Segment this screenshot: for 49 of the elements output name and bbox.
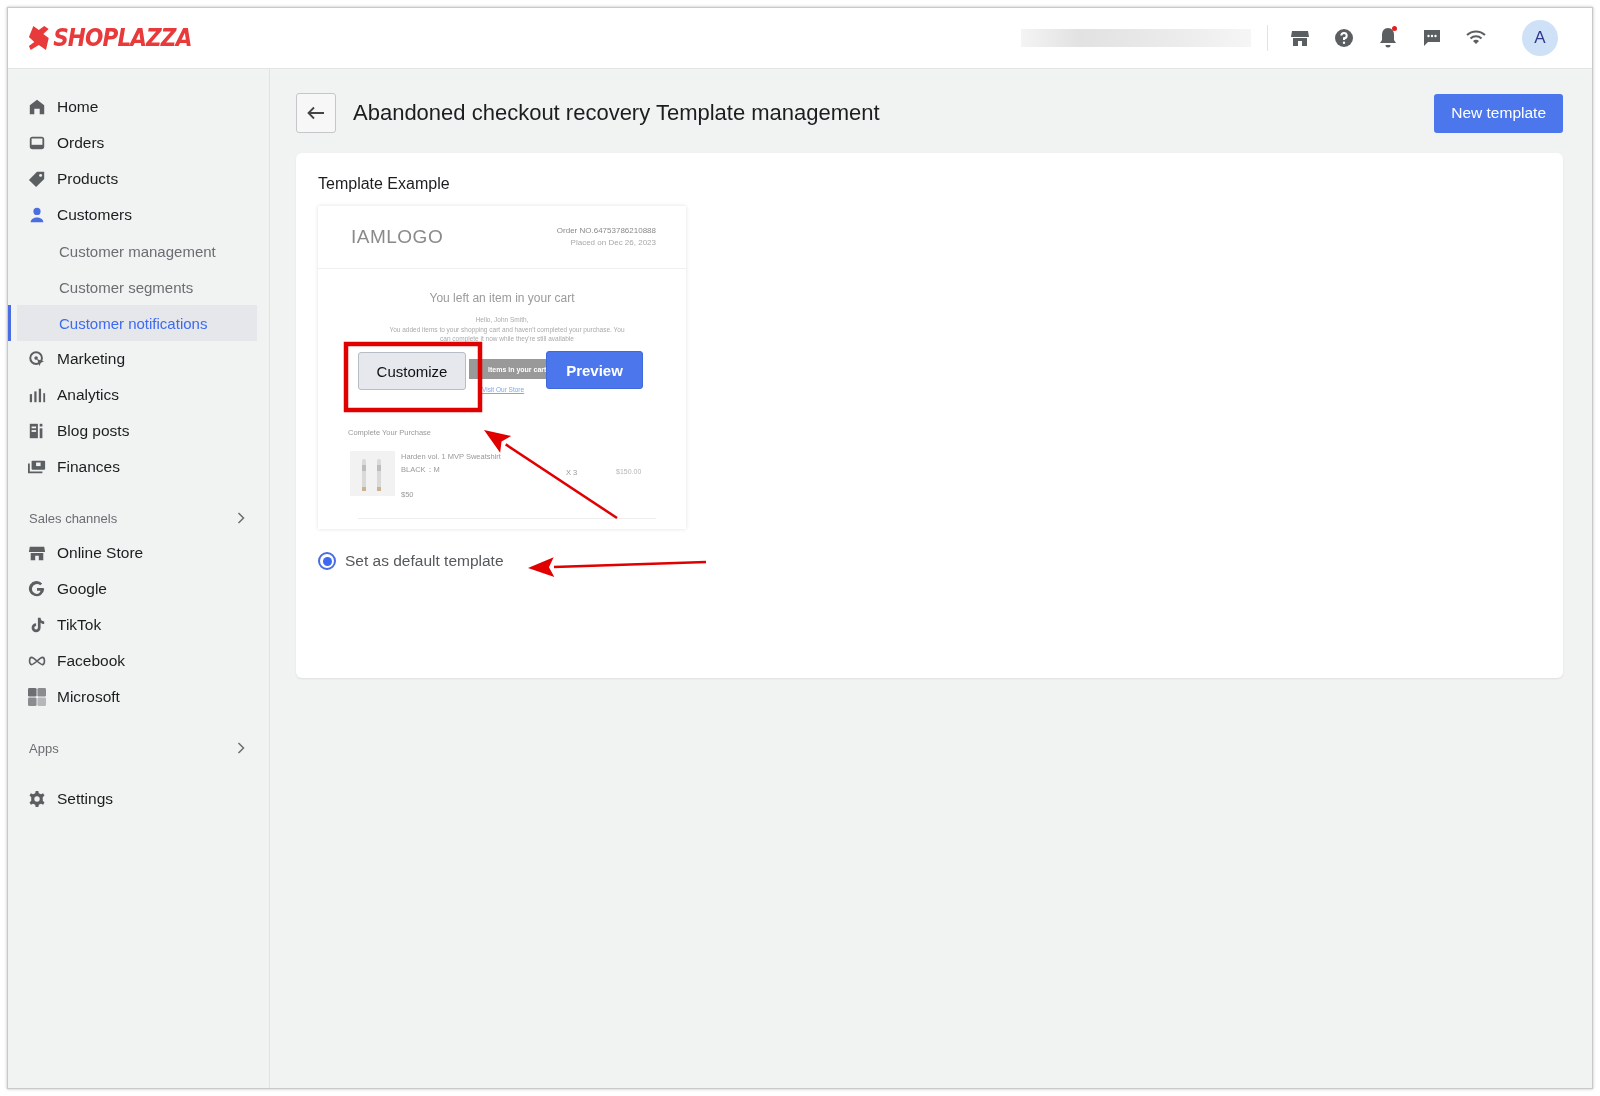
nav-item[interactable]: Home (8, 89, 257, 125)
nav-subitem[interactable]: Customer segments (8, 269, 257, 305)
finances-icon (28, 458, 46, 476)
order-number: Order NO.64753786210888 (556, 225, 656, 237)
section-heading: Apps (29, 740, 59, 756)
nav-item[interactable]: Analytics (8, 377, 257, 413)
products-icon (28, 170, 46, 188)
chevron-icon[interactable] (237, 742, 245, 754)
logo: SHOPLAZZA (53, 24, 192, 52)
store-icon (28, 544, 46, 562)
page-title: Abandoned checkout recovery Template management (353, 100, 881, 126)
nav-item[interactable]: Customers (8, 197, 257, 233)
back-arrow-icon (307, 106, 325, 120)
nav-item[interactable]: Online Store (8, 535, 257, 571)
settings-icon (28, 790, 46, 808)
microsoft-icon (28, 688, 46, 706)
email-headline: You left an item in your cart (428, 291, 576, 305)
analytics-icon (28, 386, 46, 404)
marketing-icon (28, 350, 46, 368)
customers-icon (28, 206, 46, 224)
nav-item[interactable]: TikTok (8, 607, 257, 643)
nav-item[interactable]: Microsoft (8, 679, 257, 715)
preview-button[interactable]: Preview (546, 351, 643, 389)
home-icon (28, 98, 46, 116)
nav-item[interactable]: Facebook (8, 643, 257, 679)
nav-item[interactable]: Settings (8, 781, 257, 817)
new-template-button[interactable]: New template (1434, 93, 1563, 133)
nav-item[interactable]: Finances (8, 449, 257, 485)
customize-button[interactable]: Customize (358, 352, 466, 390)
nav-item[interactable]: Blog posts (8, 413, 257, 449)
nav-item[interactable]: Marketing (8, 341, 257, 377)
order-date: Placed on Dec 26, 2023 (569, 237, 656, 249)
nav-item[interactable]: Orders (8, 125, 257, 161)
card-heading: Template Example (318, 175, 451, 193)
back-button[interactable] (296, 93, 336, 133)
logo-icon (28, 25, 50, 51)
nav-item[interactable]: Google (8, 571, 257, 607)
section-heading: Sales channels (29, 510, 118, 526)
nav-subitem[interactable]: Customer management (8, 233, 257, 269)
radio-label[interactable]: Set as default template (345, 552, 504, 570)
help-icon[interactable] (1332, 26, 1356, 50)
email-logo: IAMLOGO (351, 226, 444, 248)
chevron-icon[interactable] (237, 512, 245, 524)
google-icon (28, 580, 46, 598)
radio-button[interactable] (318, 552, 336, 570)
nav-subitem[interactable]: Customer notifications (8, 305, 257, 341)
orders-icon (28, 134, 46, 152)
avatar[interactable]: A (1522, 20, 1558, 56)
nav-item[interactable]: Products (8, 161, 257, 197)
